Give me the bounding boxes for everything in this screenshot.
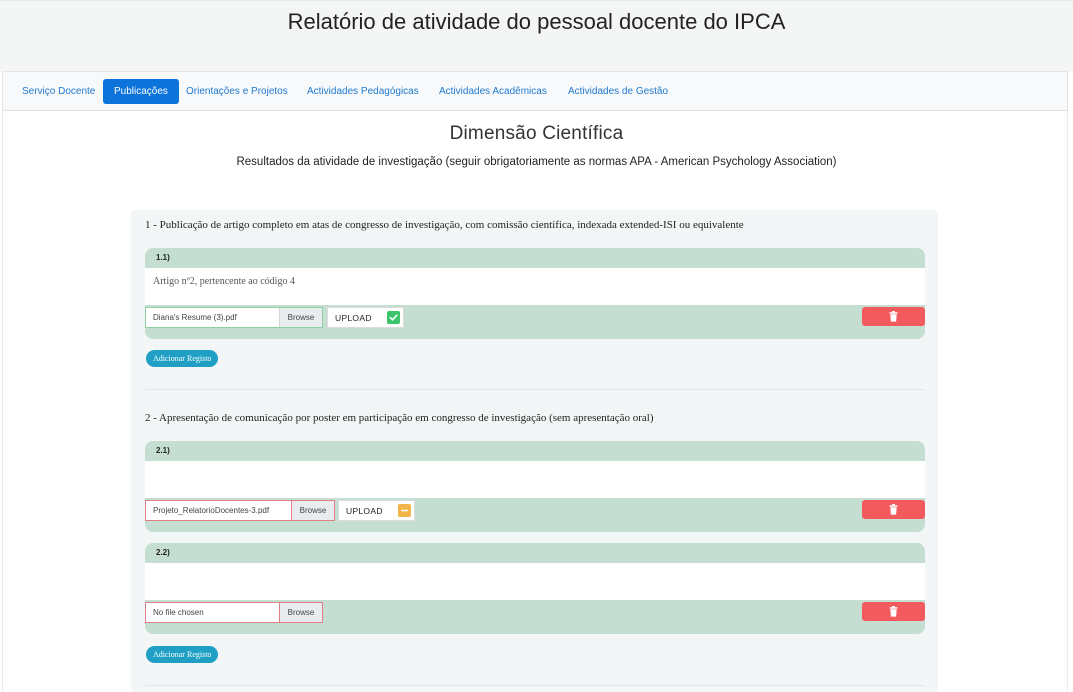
record-label: 1.1) bbox=[156, 253, 170, 262]
trash-icon bbox=[889, 311, 898, 322]
record-label: 2.1) bbox=[156, 446, 170, 455]
page-title: Relatório de atividade do pessoal docent… bbox=[287, 9, 786, 34]
upload-button[interactable]: UPLOAD bbox=[327, 307, 404, 328]
delete-button[interactable] bbox=[862, 500, 925, 519]
tab-servico-docente[interactable]: Serviço Docente bbox=[11, 79, 106, 104]
record-text-field[interactable] bbox=[145, 461, 925, 498]
record-label: 2.2) bbox=[156, 548, 170, 557]
add-record-button[interactable]: Adicionar Registo bbox=[146, 350, 219, 367]
tab-publicacoes[interactable]: Publicações bbox=[103, 79, 179, 104]
tab-actividades-academicas[interactable]: Actividades Acadêmicas bbox=[428, 79, 558, 104]
section-subtitle: Resultados da atividade de investigação … bbox=[236, 156, 837, 168]
section-divider bbox=[145, 389, 925, 390]
record-2-2: 2.2) No file chosen Browse bbox=[145, 543, 925, 634]
file-name: Diana's Resume (3).pdf bbox=[153, 313, 237, 322]
record-1-1: 1.1) Artigo nº2, pertencente ao código 4… bbox=[145, 248, 925, 339]
record-text-field[interactable] bbox=[145, 563, 925, 600]
browse-button[interactable]: Browse bbox=[279, 308, 322, 327]
delete-button[interactable] bbox=[862, 307, 925, 326]
record-text-field[interactable]: Artigo nº2, pertencente ao código 4 bbox=[145, 268, 925, 305]
add-record-button[interactable]: Adicionar Registo bbox=[146, 646, 219, 663]
file-input[interactable]: No file chosen Browse bbox=[145, 602, 323, 623]
section-heading: Dimensão Científica bbox=[449, 123, 624, 144]
file-name: No file chosen bbox=[153, 608, 204, 617]
delete-button[interactable] bbox=[862, 602, 925, 621]
file-input[interactable]: Diana's Resume (3).pdf Browse bbox=[145, 307, 323, 328]
trash-icon bbox=[889, 606, 898, 617]
nav-tabs: Serviço Docente Publicações Orientações … bbox=[2, 71, 1068, 111]
upload-button[interactable]: UPLOAD bbox=[338, 500, 415, 521]
browse-button[interactable]: Browse bbox=[291, 501, 334, 520]
browse-button[interactable]: Browse bbox=[279, 603, 322, 622]
minus-icon bbox=[397, 504, 411, 517]
upload-label: UPLOAD bbox=[335, 312, 372, 323]
record-2-1: 2.1) Projeto_RelatorioDocentes-3.pdf Bro… bbox=[145, 441, 925, 532]
page-header: Relatório de atividade do pessoal docent… bbox=[0, 0, 1073, 72]
section-2-title: 2 - Apresentação de comunicação por post… bbox=[145, 412, 654, 424]
tab-actividades-pedagogicas[interactable]: Actividades Pedagógicas bbox=[296, 79, 430, 104]
file-name: Projeto_RelatorioDocentes-3.pdf bbox=[153, 506, 270, 515]
check-icon bbox=[386, 311, 400, 324]
section-divider bbox=[145, 685, 925, 686]
trash-icon bbox=[889, 504, 898, 515]
tab-orientacoes-projetos[interactable]: Orientações e Projetos bbox=[175, 79, 299, 104]
tab-actividades-gestao[interactable]: Actividades de Gestão bbox=[557, 79, 679, 104]
upload-label: UPLOAD bbox=[346, 505, 383, 516]
section-1-title: 1 - Publicação de artigo completo em ata… bbox=[145, 219, 744, 231]
file-input[interactable]: Projeto_RelatorioDocentes-3.pdf Browse bbox=[145, 500, 335, 521]
